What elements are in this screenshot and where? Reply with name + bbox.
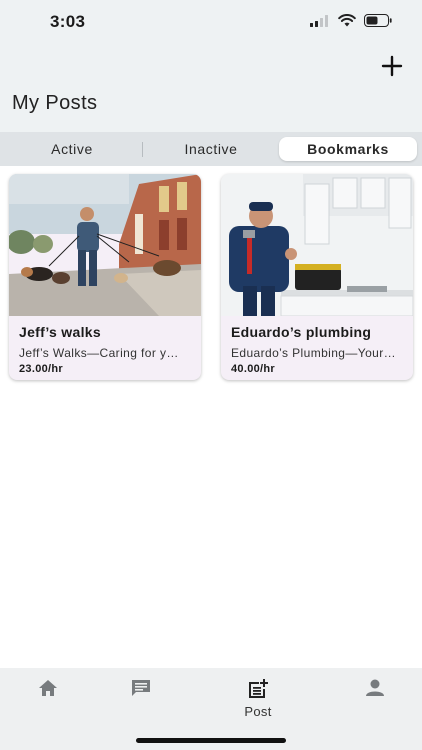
nav-messages[interactable] xyxy=(111,678,171,724)
cellular-signal-icon xyxy=(310,14,328,27)
post-description: Jeff’s Walks—Caring for y… xyxy=(19,346,179,360)
tab-inactive[interactable]: Inactive xyxy=(146,137,276,161)
profile-icon xyxy=(366,679,384,696)
card-body: Jeff’s walks Jeff’s Walks—Caring for y… … xyxy=(9,316,201,375)
post-add-icon xyxy=(249,679,268,698)
post-price: 23.00/hr xyxy=(19,363,63,375)
status-time: 3:03 xyxy=(50,12,86,31)
add-post-button[interactable] xyxy=(376,50,408,82)
post-description: Eduardo’s Plumbing—Your… xyxy=(231,346,397,360)
status-icons xyxy=(310,14,392,27)
post-image-plumber xyxy=(221,174,413,316)
battery-icon xyxy=(364,14,392,27)
nav-profile[interactable] xyxy=(345,678,405,724)
post-card-eduardos-plumbing[interactable]: Eduardo’s plumbing Eduardo’s Plumbing—Yo… xyxy=(221,174,413,380)
nav-post-label: Post xyxy=(244,704,272,719)
post-price: 40.00/hr xyxy=(231,363,275,375)
message-icon xyxy=(132,680,150,696)
nav-home[interactable] xyxy=(18,678,78,724)
wifi-icon xyxy=(338,14,356,27)
card-body: Eduardo’s plumbing Eduardo’s Plumbing—Yo… xyxy=(221,316,413,375)
post-image-dog-walker xyxy=(9,174,201,316)
status-bar: 3:03 xyxy=(0,0,422,48)
tab-divider xyxy=(142,142,143,157)
segmented-tabs: Active Inactive Bookmarks xyxy=(0,132,422,166)
nav-post[interactable]: Post xyxy=(228,678,288,724)
tab-active[interactable]: Active xyxy=(6,137,138,161)
post-title: Eduardo’s plumbing xyxy=(231,324,372,340)
post-card-jeffs-walks[interactable]: Jeff’s walks Jeff’s Walks—Caring for y… … xyxy=(9,174,201,380)
tab-bookmarks[interactable]: Bookmarks xyxy=(279,137,417,161)
home-indicator xyxy=(136,738,286,743)
header: My Posts xyxy=(0,48,422,132)
home-icon xyxy=(39,680,57,696)
plus-icon xyxy=(381,55,403,77)
page-title: My Posts xyxy=(12,92,98,114)
post-title: Jeff’s walks xyxy=(19,324,101,340)
